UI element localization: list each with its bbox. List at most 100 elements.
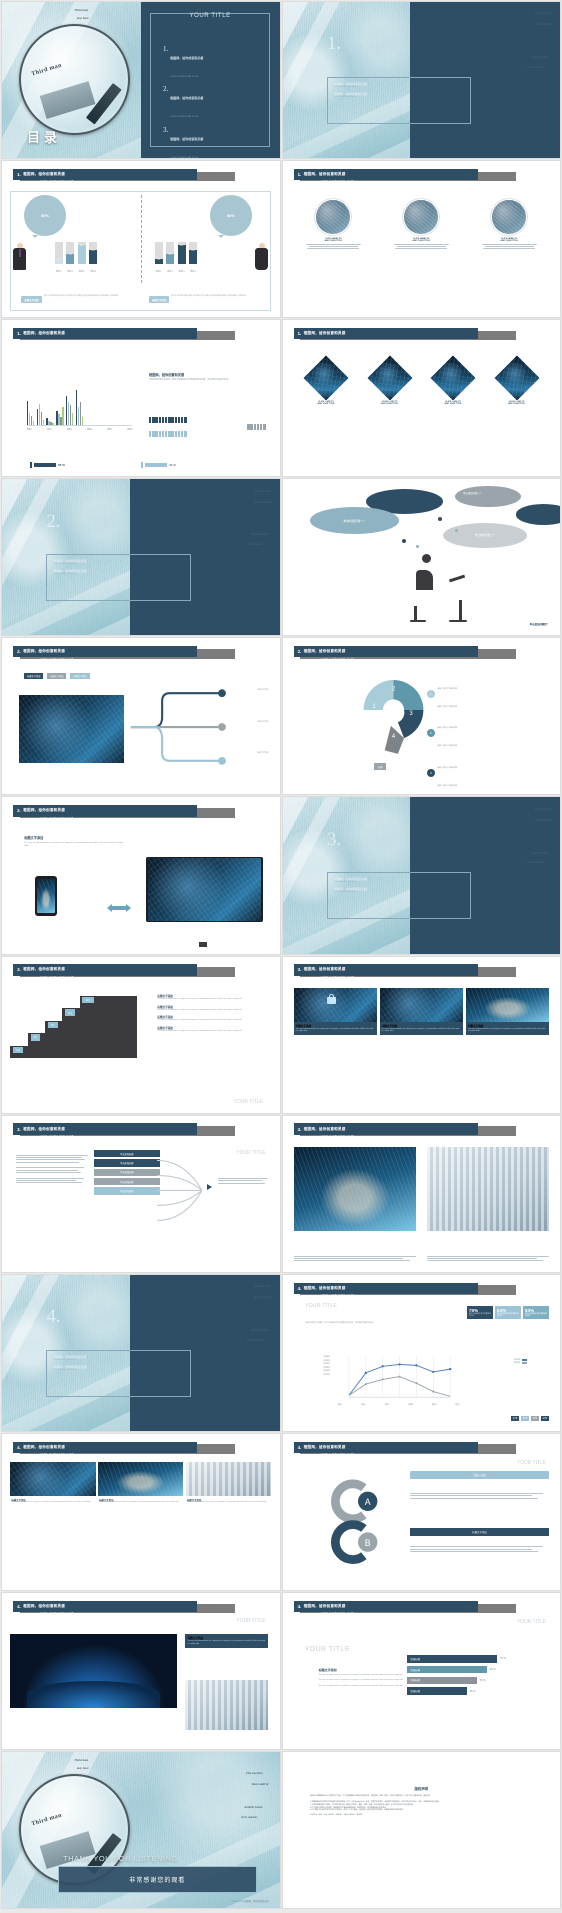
monitor-icon xyxy=(146,856,263,923)
slide-thank-you[interactable]: Third man Third man may have The mystery… xyxy=(2,1752,280,1909)
tab-item[interactable]: 标题文字添加 xyxy=(70,672,90,680)
slide-section-3[interactable]: The mystery that could hi Another twelve… xyxy=(282,797,560,954)
tab-row[interactable]: 标题文字添加 标题文字添加 标题文字添加 xyxy=(24,672,90,680)
slide-cover-contents[interactable]: Third man Third man may have 目录 YOUR TIT… xyxy=(2,2,280,159)
hbar-label: 添加标题 xyxy=(407,1676,477,1684)
dark-card-row: 标题文字添加 The user can demonstrate on a pro… xyxy=(10,1461,272,1507)
card-item[interactable]: 标题文字添加 The user can demonstrate on a pro… xyxy=(293,987,377,1036)
fan-item[interactable]: 单击添加标题 xyxy=(93,1149,161,1158)
slide-two-wide-photos[interactable]: 3. 框图网，给你创意和灵感 YOUR TITLE/YOUR TITLE xyxy=(282,1115,560,1272)
note-right: 标题文字添加 用户可以在投影仪或者计算机上进行演示也可以将演示文稿打印出来制作成… xyxy=(149,296,266,304)
header-subtitle: YOUR TITLE/YOUR TITLE xyxy=(320,1294,355,1297)
slide-three-circles[interactable]: 1. 框图网，给你创意和灵感 YOUR TITLE/YOUR TITLE CLI… xyxy=(282,161,560,318)
circle-item[interactable]: CLICK HERE TO ADD YOUR TITLE xyxy=(387,198,455,249)
slide-section-1[interactable]: The mystery that could hi Another twelve… xyxy=(282,2,560,159)
news-headline: The mystery xyxy=(254,1284,272,1289)
dark-card[interactable]: 标题文字添加 The user can demonstrate on a pro… xyxy=(98,1461,184,1507)
fan-item[interactable]: 单击添加标题 xyxy=(93,1168,161,1176)
slide-three-dark-cards[interactable]: 4. 框图网，给你创意和灵感 YOUR TITLE/YOUR TITLE 标题文… xyxy=(2,1433,280,1590)
diamond-item[interactable]: CLICK HERE TO ADD YOUR TITLE xyxy=(490,353,544,405)
contents-item[interactable]: 1. 框图网，给你创意和灵感 YOUR TITLE/YOUR TITLE xyxy=(163,45,271,82)
header-title: 框图网，给你创意和灵感 xyxy=(23,1126,65,1131)
slide-thought-clouds[interactable]: 单击填加问题一？ 单击填加问题二？ 单击填加问题三？ 单击填加问题四？ xyxy=(282,479,560,636)
slide-phone-monitor[interactable]: 2. 框图网，给你创意和灵感 YOUR TITLE/YOUR TITLE 标题文… xyxy=(2,797,280,954)
contents-item-sublabel: YOUR TITLE/YOUR TITLE xyxy=(170,116,199,119)
step-month[interactable]: 5月 xyxy=(47,1021,58,1029)
lock-photo xyxy=(293,987,377,1022)
slide-diamond-grid[interactable]: 1. 框图网，给你创意和灵感 YOUR TITLE/YOUR TITLE CLI… xyxy=(282,320,560,477)
contents-item[interactable]: 3. 框图网，给你创意和灵感 YOUR TITLE/YOUR TITLE xyxy=(163,126,271,158)
fan-item[interactable]: 单击添加标题 xyxy=(93,1187,161,1195)
step-month[interactable]: 12月 xyxy=(82,997,94,1004)
section-number: 2. xyxy=(46,510,61,532)
section-text-box: 框图网，给你创意和灵感 YOUR TITLE/YOUR TITLE 框图网，给你… xyxy=(46,554,191,602)
slide-flow-device[interactable]: 2. 框图网，给你创意和灵感 YOUR TITLE/YOUR TITLE 标题文… xyxy=(2,638,280,795)
news-headline: Third man xyxy=(74,1758,89,1763)
card-item[interactable]: 标题文字添加 The user can demonstrate on a pro… xyxy=(465,987,549,1036)
network-diamond-photo xyxy=(365,353,414,402)
fan-item[interactable]: 单击添加标题 xyxy=(93,1159,161,1167)
watch-photo xyxy=(315,198,352,235)
contents-item-label: 框图网，给你创意和灵感 xyxy=(170,96,204,101)
tab-item[interactable]: 标题文字添加 xyxy=(47,672,67,680)
fan-left-text xyxy=(15,1154,89,1185)
slide-bar-chart-people[interactable]: 1. 框图网，给你创意和灵感 YOUR TITLE/YOUR TITLE 类别1… xyxy=(2,320,280,477)
diamond-item[interactable]: CLICK HERE TO ADD YOUR TITLE xyxy=(426,353,480,405)
legend-item[interactable]: 3 请输入您的文字描述内容 请输入您的文字描述内容 xyxy=(426,755,549,791)
step-month[interactable]: 4月 xyxy=(30,1034,41,1041)
axis-tick: 类别5 xyxy=(107,428,113,431)
circle-item[interactable]: CLICK HERE TO ADD YOUR TITLE xyxy=(475,198,543,249)
card-item[interactable]: 标题文字添加 The user can demonstrate on a pro… xyxy=(379,987,463,1036)
number-box: 178 xyxy=(530,1415,539,1422)
footer-en: YOUR TITLE xyxy=(230,1901,244,1904)
card-caption: 标题文字添加 The user can demonstrate on a pro… xyxy=(293,1021,377,1036)
ab-node-b-title[interactable]: 标题文字添加 xyxy=(410,1527,549,1536)
legend-item[interactable]: 1 请输入您的文字描述内容 请输入您的文字描述内容 xyxy=(426,676,549,712)
header-title: 框图网，给你创意和灵感 xyxy=(303,967,346,972)
line-chart-y-axis: 系列名称 系列名称 系列名称 系列名称 系列名称 系列名称 xyxy=(302,1356,329,1376)
contents-item[interactable]: 2. 框图网，给你创意和灵感 YOUR TITLE/YOUR TITLE xyxy=(163,86,271,122)
header-number: 3. xyxy=(297,967,302,973)
slide-question-donut[interactable]: 2. 框图网，给你创意和灵感 YOUR TITLE/YOUR TITLE 2 1… xyxy=(282,638,560,795)
office-photo xyxy=(185,1680,269,1731)
header-subtitle: YOUR TITLE/YOUR TITLE xyxy=(39,180,74,183)
slide-comparison-bars[interactable]: 1. 框图网，给你创意和灵感 YOUR TITLE/YOUR TITLE 50%… xyxy=(2,161,280,318)
legend-item[interactable]: 2 请输入您的文字描述内容 请输入您的文字描述内容 xyxy=(426,715,549,751)
legal-paragraph: 4.PPT模板中包含的任何字体仅为参考展示，仅供个人学习使用，不得商用，网站不提… xyxy=(310,1809,405,1812)
dark-card[interactable]: 标题文字添加 The user can demonstrate on a pro… xyxy=(10,1461,96,1507)
slide-horizontal-bars[interactable]: 4. 框图网，给你创意和灵感 YOUR TITLE/YOUR TITLE YOU… xyxy=(282,1592,560,1750)
header-title: 框图网，给你创意和灵感 xyxy=(303,1603,346,1608)
slide-header: 3. 框图网，给你创意和灵感 YOUR TITLE/YOUR TITLE xyxy=(293,964,516,980)
slide-globe-panel[interactable]: 4. 框图网，给你创意和灵感 YOUR TITLE/YOUR TITLE YOU… xyxy=(2,1592,280,1750)
news-headline: The mystery xyxy=(254,488,272,493)
diamond-item[interactable]: CLICK HERE TO ADD YOUR TITLE xyxy=(299,353,353,405)
slide-section-4[interactable]: The mystery that could hi Another twelve… xyxy=(2,1274,280,1431)
circle-item[interactable]: CLICK HERE TO ADD YOUR TITLE xyxy=(299,198,367,249)
slide-section-2[interactable]: The mystery that could hi Another twelve… xyxy=(2,479,280,636)
header-number: 1. xyxy=(17,331,21,337)
thank-you-zh: 非常感谢您的观看 xyxy=(57,1865,258,1893)
step-month[interactable]: 6月 xyxy=(65,1009,75,1016)
diamond-item[interactable]: CLICK HERE TO ADD YOUR TITLE xyxy=(363,353,417,405)
cover-title: YOUR TITLE xyxy=(189,12,231,19)
hbar-value: 55 % xyxy=(479,1678,486,1682)
slide-copyright[interactable]: 版权声明 感谢您下载图图网平台上提供的PPT作品，为了您和图图网以及原创作者的利… xyxy=(282,1752,560,1909)
circle-row: CLICK HERE TO ADD YOUR TITLE CLICK HERE … xyxy=(299,198,543,249)
card-row: 标题文字添加 The user can demonstrate on a pro… xyxy=(293,987,549,1036)
ab-top-label[interactable]: 请输入标题 xyxy=(410,1471,549,1480)
slide-header: 2. 框图网，给你创意和灵感 YOUR TITLE/YOUR TITLE xyxy=(293,646,516,662)
news-headline: that could hi xyxy=(254,1295,272,1300)
fan-item[interactable]: 单击添加标题 xyxy=(93,1178,161,1186)
news-headline: may have xyxy=(76,1766,89,1771)
slide-three-cards[interactable]: 3. 框图网，给你创意和灵感 YOUR TITLE/YOUR TITLE 标题文… xyxy=(282,956,560,1113)
tab-item[interactable]: 标题文字添加 xyxy=(24,672,44,680)
dark-card[interactable]: 标题文字添加 The user can demonstrate on a pro… xyxy=(185,1461,272,1507)
keyboard-photo xyxy=(403,198,440,235)
x-tick: 类别六 xyxy=(455,1405,461,1407)
step-month[interactable]: 3月 xyxy=(13,1046,23,1053)
slide-fan-diagram[interactable]: 3. 框图网，给你创意和灵感 YOUR TITLE/YOUR TITLE 单击添… xyxy=(2,1115,280,1272)
slide-ab-diagram[interactable]: 4. 框图网，给你创意和灵感 YOUR TITLE/YOUR TITLE YOU… xyxy=(282,1433,560,1590)
slide-line-chart-kpi[interactable]: 4. 框图网，给你创意和灵感 YOUR TITLE/YOUR TITLE YOU… xyxy=(282,1274,560,1431)
slide-stairs-timeline[interactable]: 3. 框图网，给你创意和灵感 YOUR TITLE/YOUR TITLE 12月… xyxy=(2,956,280,1113)
slide-header: 4. 框图网，给你创意和灵感 YOUR TITLE/YOUR TITLE xyxy=(13,1600,236,1617)
